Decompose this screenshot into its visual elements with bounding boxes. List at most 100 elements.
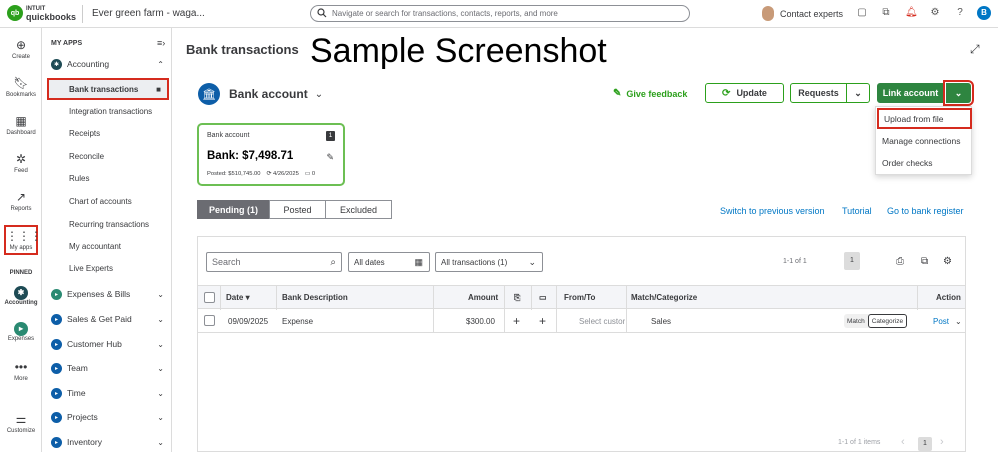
group-time[interactable]: ▸ Time ⌄	[51, 385, 166, 401]
tutorial-link[interactable]: Tutorial	[842, 206, 872, 216]
nav-chart-of-accounts[interactable]: Chart of accounts	[69, 197, 132, 206]
rail-more[interactable]: ••• More	[0, 360, 42, 382]
chevron-down-icon[interactable]: ⌄	[955, 317, 962, 326]
requests-dropdown-button[interactable]: ⌄	[846, 83, 870, 103]
table-search-input[interactable]: Search ⌕	[206, 252, 342, 272]
table-row[interactable]: 09/09/2025 Expense $300.00 + + Select cu…	[198, 309, 965, 333]
rail-my-apps[interactable]: ⋮⋮⋮ My apps	[4, 225, 42, 255]
rail-feed[interactable]: ✲ Feed	[0, 152, 42, 174]
page-number[interactable]: 1	[844, 252, 860, 270]
reports-chart-icon: ↗	[15, 190, 27, 204]
sync-date: 4/26/2025	[273, 171, 299, 177]
rail-reports[interactable]: ↗ Reports	[0, 190, 42, 212]
nav-rules[interactable]: Rules	[69, 174, 89, 183]
plus-circle-icon: ⊕	[15, 38, 27, 52]
global-search-input[interactable]: Navigate or search for transactions, con…	[310, 5, 690, 22]
upload-from-file-item[interactable]: Upload from file	[877, 108, 972, 129]
rail-expenses[interactable]: ▸ Expenses	[0, 322, 42, 342]
notification-bell-icon[interactable]: 🔔︎	[905, 7, 918, 19]
profile-avatar[interactable]: B	[977, 6, 991, 20]
row-amount: $300.00	[466, 317, 495, 326]
select-all-checkbox[interactable]	[204, 292, 215, 303]
nav-recurring-transactions[interactable]: Recurring transactions	[69, 220, 149, 229]
row-checkbox[interactable]	[204, 315, 215, 326]
expenses-icon: ▸	[51, 288, 62, 300]
current-page[interactable]: 1	[918, 437, 932, 451]
collapse-panel-icon[interactable]: ≡›	[157, 38, 165, 48]
contact-experts-button[interactable]: Contact experts	[762, 6, 843, 21]
customer-hub-icon: ▸	[51, 338, 62, 350]
add-attachment-icon[interactable]: +	[513, 314, 520, 328]
transaction-filter-select[interactable]: All transactions (1) ⌄	[435, 252, 543, 272]
nav-bank-transactions[interactable]: Bank transactions ■	[47, 78, 169, 100]
rail-create[interactable]: ⊕ Create	[0, 38, 42, 60]
tab-excluded[interactable]: Excluded	[325, 200, 392, 219]
rail-dashboard[interactable]: ▦ Dashboard	[0, 114, 42, 136]
rail-bookmarks[interactable]: 🔖︎ Bookmarks	[0, 76, 42, 98]
nav-integration-transactions[interactable]: Integration transactions	[69, 107, 152, 116]
gear-icon[interactable]: ⚙	[929, 7, 941, 19]
next-page-icon[interactable]: ›	[940, 436, 944, 448]
group-sales-get-paid[interactable]: ▸ Sales & Get Paid ⌄	[51, 311, 166, 327]
link-account-dropdown-button[interactable]: ⌄	[943, 80, 974, 106]
chevron-down-icon: ⌄	[157, 289, 164, 299]
clipboard-icon[interactable]: ▢	[856, 7, 868, 19]
from-to-select[interactable]: Select custor	[579, 317, 625, 326]
group-inventory[interactable]: ▸ Inventory ⌄	[51, 434, 166, 450]
order-checks-item[interactable]: Order checks	[877, 152, 972, 173]
date-filter-select[interactable]: All dates ▦	[348, 252, 430, 272]
apps-panel: MY APPS ≡› ✱ Accounting ⌃ Bank transacti…	[42, 28, 172, 452]
brand-bottom: quickbooks	[26, 12, 77, 22]
group-customer-hub[interactable]: ▸ Customer Hub ⌄	[51, 336, 166, 352]
nav-live-experts[interactable]: Live Experts	[69, 264, 113, 273]
time-icon: ▸	[51, 387, 62, 399]
date-filter-value: All dates	[354, 257, 385, 267]
category-select[interactable]: Sales	[651, 317, 671, 326]
update-button[interactable]: ⟳ Update	[705, 83, 784, 103]
manage-connections-item[interactable]: Manage connections	[877, 130, 972, 151]
group-expenses-bills[interactable]: ▸ Expenses & Bills ⌄	[51, 286, 166, 302]
group-projects[interactable]: ▸ Projects ⌄	[51, 409, 166, 425]
print-icon[interactable]: ⎙	[896, 256, 904, 267]
bookmark-filled-icon[interactable]: ■	[156, 85, 161, 94]
match-categorize-toggle[interactable]: Match Categorize	[844, 314, 908, 328]
nav-receipts[interactable]: Receipts	[69, 129, 100, 138]
bank-account-card[interactable]: Bank account 1 Bank: $7,498.71 ✎ Posted:…	[197, 123, 345, 186]
inventory-icon: ▸	[51, 436, 62, 448]
help-icon[interactable]: ?	[954, 7, 966, 19]
nav-my-accountant[interactable]: My accountant	[69, 242, 121, 251]
col-date-label: Date	[226, 293, 244, 302]
group-team[interactable]: ▸ Team ⌄	[51, 360, 166, 376]
edit-pencil-icon[interactable]: ✎	[326, 152, 334, 163]
expand-icon[interactable]: ⤢	[970, 42, 980, 57]
my-apps-heading: MY APPS	[51, 40, 83, 47]
match-option[interactable]: Match	[844, 314, 868, 328]
main-content: Bank transactions Sample Screenshot ⤢ 🏛︎…	[172, 28, 998, 452]
group-label: Inventory	[67, 437, 102, 447]
nav-reconcile[interactable]: Reconcile	[69, 152, 104, 161]
prev-page-icon[interactable]: ‹	[901, 436, 905, 448]
export-icon[interactable]: ⧉	[921, 256, 928, 267]
bank-register-link[interactable]: Go to bank register	[887, 206, 964, 216]
give-feedback-link[interactable]: ✎ Give feedback	[613, 88, 687, 99]
add-comment-icon[interactable]: +	[539, 314, 546, 328]
tab-pending[interactable]: Pending (1)	[197, 200, 270, 219]
quickbooks-logo[interactable]: qb INTUIT quickbooks	[7, 5, 77, 22]
categorize-option[interactable]: Categorize	[867, 314, 908, 328]
group-accounting[interactable]: ✱ Accounting ⌃	[51, 56, 166, 72]
rail-accounting[interactable]: ✱ Accounting	[0, 286, 42, 306]
switch-version-link[interactable]: Switch to previous version	[720, 206, 825, 216]
rail-customize[interactable]: ⚌ Customize	[0, 412, 42, 434]
apps-switch-icon[interactable]: ⧉	[880, 7, 892, 19]
tab-posted[interactable]: Posted	[269, 200, 326, 219]
column-divider	[433, 286, 434, 310]
gear-icon[interactable]: ⚙	[943, 256, 952, 267]
account-selector[interactable]: 🏛︎ Bank account ⌄	[198, 83, 323, 105]
requests-button[interactable]: Requests	[790, 83, 847, 103]
post-button[interactable]: Post	[933, 317, 949, 326]
chevron-down-icon: ⌄	[528, 256, 536, 267]
company-name[interactable]: Ever green farm - waga...	[92, 8, 205, 19]
group-label: Projects	[67, 412, 98, 422]
link-account-button[interactable]: Link account	[877, 83, 944, 103]
col-date[interactable]: Date ▾	[226, 293, 250, 302]
